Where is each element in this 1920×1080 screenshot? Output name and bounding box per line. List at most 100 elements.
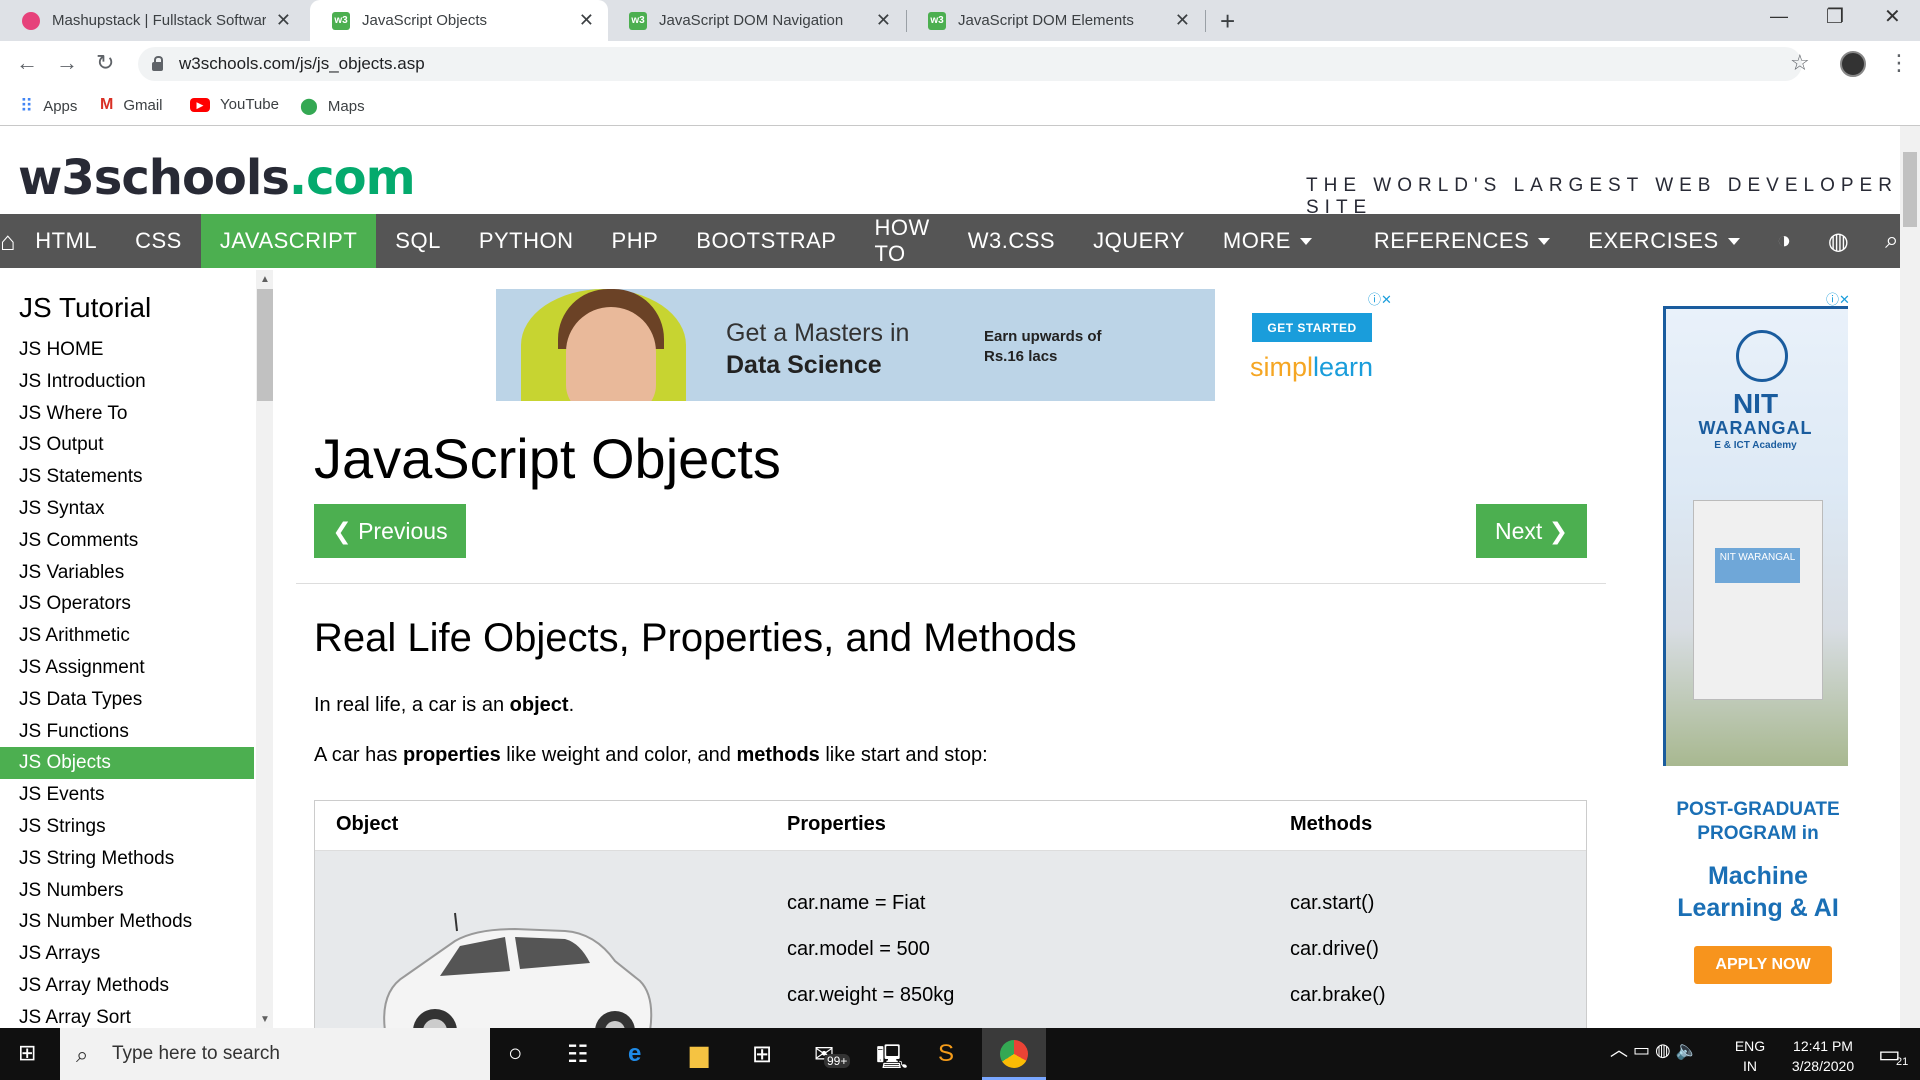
sidebar-item[interactable]: JS Where To [0,398,254,430]
sidebar-item[interactable]: JS Array Methods [0,970,254,1002]
nav-sql[interactable]: SQL [376,214,460,268]
forward-arrow-icon[interactable]: → [56,50,78,76]
sidebar-item[interactable]: JS Number Methods [0,906,254,938]
computer-icon[interactable]: 🖳 [876,1040,908,1080]
get-started-button[interactable]: GET STARTED [1252,313,1372,342]
apply-now-button[interactable]: APPLY NOW [1694,946,1832,984]
sidebar-item[interactable]: JS Numbers [0,875,254,907]
close-tab-icon[interactable]: ✕ [876,10,891,31]
nav-python[interactable]: PYTHON [460,214,593,268]
reload-icon[interactable]: ↻ [96,50,114,76]
sidebar-item[interactable]: JS HOME [0,334,254,366]
clock[interactable]: 12:41 PM 3/28/2020 [1778,1036,1868,1076]
bookmark-gmail[interactable]: M Gmail [100,96,163,114]
lang-2: IN [1743,1058,1757,1074]
taskbar-search[interactable]: Type here to search [60,1028,490,1080]
new-tab-button[interactable]: + [1220,6,1235,37]
store-icon[interactable]: ⊞ [752,1040,772,1069]
sidebar-item[interactable]: JS Functions [0,716,254,748]
nav-jquery[interactable]: JQUERY [1074,214,1204,268]
scroll-up-icon[interactable]: ▲ [260,274,270,285]
bookmark-star-icon[interactable]: ☆ [1790,50,1810,76]
sidebar-item[interactable]: JS Strings [0,811,254,843]
home-icon[interactable]: ⌂ [0,214,16,268]
window-close-icon[interactable]: ✕ [1884,4,1901,29]
sidebar-item[interactable]: JS Data Types [0,684,254,716]
caret-down-icon [1538,237,1551,245]
tab-mashupstack[interactable]: Mashupstack | Fullstack Software ✕ [0,0,305,41]
data-science-ad-banner[interactable]: Get a Masters in Data Science Earn upwar… [496,289,1215,401]
nav-w3css[interactable]: W3.CSS [949,214,1074,268]
close-tab-icon[interactable]: ✕ [276,10,291,31]
close-tab-icon[interactable]: ✕ [579,10,594,31]
sidebar-item[interactable]: JS Introduction [0,366,254,398]
contrast-icon[interactable]: ◑ [1759,214,1810,268]
sidebar-item[interactable]: JS Arrays [0,938,254,970]
ad-line-2: Data Science [726,351,882,379]
adchoices-icon[interactable]: ⓘ✕ [1368,289,1392,308]
cortana-icon[interactable]: ○ [508,1040,523,1068]
language-indicator[interactable]: ENG IN [1730,1036,1770,1076]
nav-css[interactable]: CSS [116,214,201,268]
sidebar-item[interactable]: JS Operators [0,588,254,620]
building-sign: NIT WARANGAL [1715,548,1800,583]
tab-dom-navigation[interactable]: w3 JavaScript DOM Navigation ✕ [607,0,905,41]
w3schools-favicon-icon: w3 [928,11,946,30]
nav-howto[interactable]: HOW TO [855,214,948,268]
ad-program: POST-GRADUATE PROGRAM in [1676,799,1840,844]
nav-javascript[interactable]: JAVASCRIPT [200,214,377,268]
sidebar-item[interactable]: JS Arithmetic [0,620,254,652]
sidebar-scroll-thumb[interactable] [257,289,273,401]
page-scroll-thumb[interactable] [1903,152,1917,227]
nav-references-label: REFERENCES [1373,228,1530,253]
sidebar-item[interactable]: JS Comments [0,525,254,557]
tray-icons[interactable]: ︿ ▭ ◍ 🔈 [1610,1040,1698,1060]
previous-button[interactable]: ❮ Previous [314,504,466,558]
nit-warangal-ad[interactable]: NIT WARANGAL E & ICT Academy NIT WARANGA… [1663,290,1863,1028]
sidebar-item[interactable]: JS Syntax [0,493,254,525]
page-scrollbar[interactable] [1900,126,1920,1028]
menu-kebab-icon[interactable]: ⋮ [1888,50,1910,76]
sidebar-item[interactable]: JS String Methods [0,843,254,875]
address-bar[interactable]: w3schools.com/js/js_objects.asp [138,47,1802,81]
nav-references[interactable]: REFERENCES [1355,214,1569,268]
sidebar-item[interactable]: JS Variables [0,557,254,589]
sublime-icon[interactable]: S [938,1040,954,1068]
file-explorer-icon[interactable]: ▆ [690,1040,708,1069]
tab-javascript-objects[interactable]: w3 JavaScript Objects ✕ [310,0,608,41]
text: like weight and color, and [500,744,737,766]
tab-dom-elements[interactable]: w3 JavaScript DOM Elements ✕ [906,0,1204,41]
logo-suffix: .com [288,150,416,206]
bookmark-apps[interactable]: ⠿ Apps [20,96,77,117]
bookmark-maps[interactable]: ⬤ Maps [300,96,365,116]
close-tab-icon[interactable]: ✕ [1175,10,1190,31]
simplilearn-logo[interactable]: simpllearn [1250,352,1373,383]
minimize-icon[interactable]: — [1770,6,1788,27]
sidebar-item[interactable]: JS Events [0,779,254,811]
sidebar-item[interactable]: JS Objects [0,747,254,780]
back-arrow-icon[interactable]: ← [16,50,38,76]
sidebar-item[interactable]: JS Output [0,429,254,461]
adchoices-icon[interactable]: ⓘ✕ [1826,289,1850,308]
next-button[interactable]: Next ❯ [1476,504,1587,558]
nav-php[interactable]: PHP [593,214,678,268]
ad-nit: NIT [1732,388,1779,419]
sidebar-item[interactable]: JS Assignment [0,652,254,684]
restore-icon[interactable]: ❐ [1826,4,1844,29]
nav-bootstrap[interactable]: BOOTSTRAP [677,214,855,268]
header-properties: Properties [787,813,886,835]
windows-start-icon[interactable]: ⊞ [18,1040,36,1066]
sidebar-item[interactable]: JS Array Sort [0,1002,254,1028]
scroll-down-icon[interactable]: ▼ [260,1014,270,1025]
tab-title: JavaScript DOM Navigation [659,12,844,29]
task-view-icon[interactable]: ☷ [567,1040,589,1069]
edge-icon[interactable]: e [628,1040,641,1068]
globe-icon[interactable]: ◍ [1810,214,1867,268]
nav-more[interactable]: MORE [1204,214,1331,268]
bookmark-youtube[interactable]: ▶ YouTube [190,96,279,113]
nav-exercises[interactable]: EXERCISES [1569,214,1758,268]
profile-avatar[interactable] [1840,51,1866,77]
w3schools-logo[interactable]: w3schools.com [18,150,416,206]
nav-html[interactable]: HTML [16,214,116,268]
sidebar-item[interactable]: JS Statements [0,461,254,493]
